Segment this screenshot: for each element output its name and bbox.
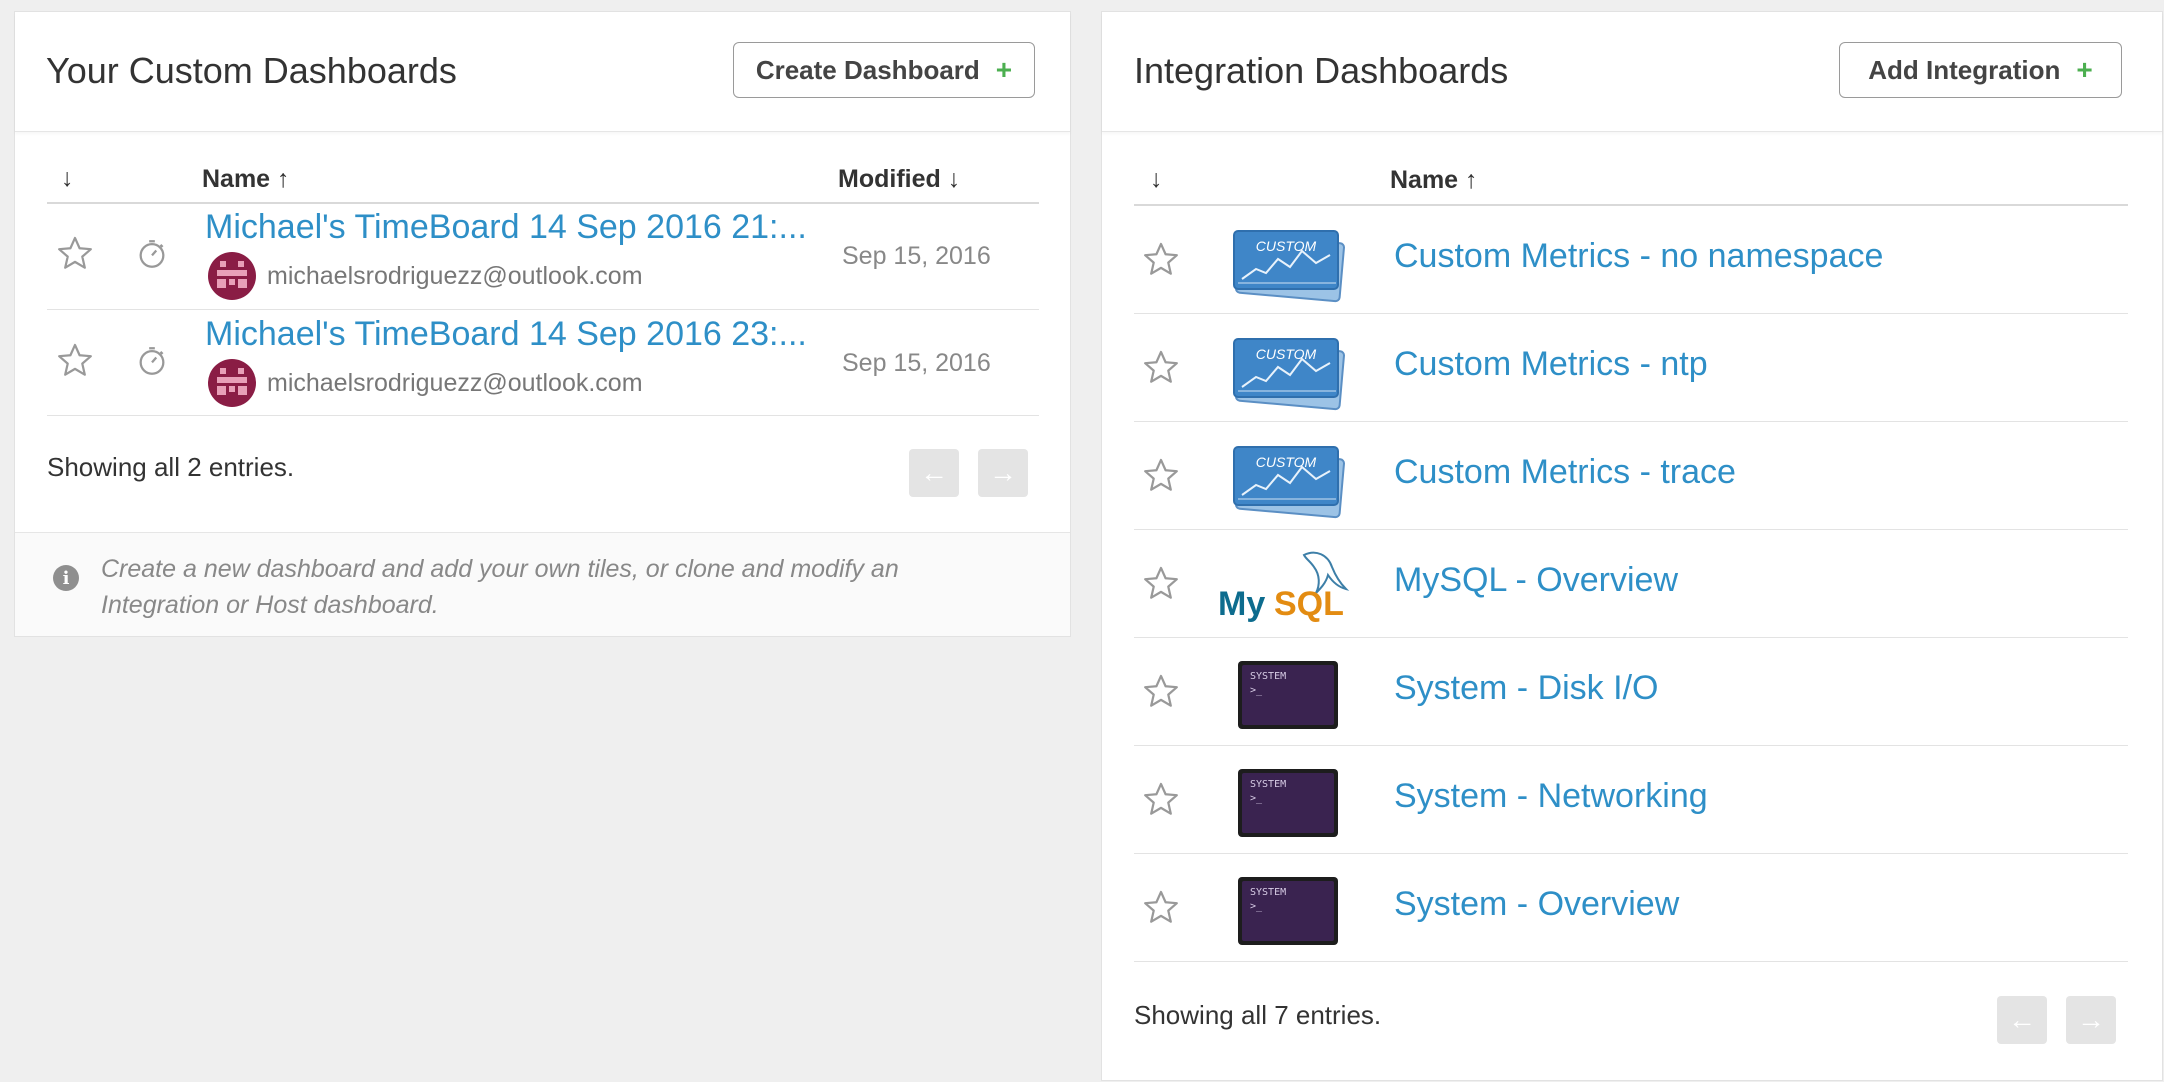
svg-text:CUSTOM: CUSTOM <box>1256 454 1317 470</box>
entries-count: Showing all 2 entries. <box>47 452 295 482</box>
svg-text:CUSTOM: CUSTOM <box>1256 238 1317 254</box>
next-page-button[interactable]: → <box>978 449 1028 497</box>
avatar <box>208 252 256 300</box>
svg-text:>_: >_ <box>1250 901 1263 912</box>
star-icon[interactable] <box>1142 456 1180 494</box>
row-divider <box>1134 421 2128 422</box>
prev-page-button[interactable]: ← <box>1997 996 2047 1044</box>
svg-text:SYSTEM: SYSTEM <box>1250 779 1286 790</box>
row-divider <box>1134 853 2128 854</box>
star-icon[interactable] <box>1142 564 1180 602</box>
name-column-header[interactable]: Name ↑ <box>1390 166 1478 195</box>
row-divider <box>1134 529 2128 530</box>
sort-column-header[interactable]: ↓ <box>61 164 74 193</box>
integration-dashboards-title: Integration Dashboards <box>1134 50 1509 91</box>
integration-dashboards-header: Integration Dashboards Add Integration + <box>1102 12 2162 132</box>
owner-email: michaelsrodriguezz@outlook.com <box>267 262 643 290</box>
custom-metrics-logo-icon: CUSTOM <box>1233 230 1345 303</box>
mysql-logo-icon: My SQL <box>1218 551 1350 623</box>
next-page-button[interactable]: → <box>2066 996 2116 1044</box>
stopwatch-icon <box>139 240 165 268</box>
custom-dashboards-panel: Your Custom Dashboards Create Dashboard … <box>14 11 1071 637</box>
integration-dashboard-link[interactable]: System - Networking <box>1394 777 1708 816</box>
table-header-rule <box>47 202 1039 204</box>
custom-dashboards-title: Your Custom Dashboards <box>46 50 457 91</box>
entries-count: Showing all 7 entries. <box>1134 1000 1382 1030</box>
row-divider <box>47 309 1039 310</box>
modified-date: Sep 15, 2016 <box>842 349 991 377</box>
add-integration-button[interactable]: Add Integration + <box>1839 42 2122 98</box>
system-logo-icon: SYSTEM >_ <box>1238 877 1338 945</box>
custom-metrics-logo-icon: CUSTOM <box>1233 338 1345 411</box>
create-dashboard-button[interactable]: Create Dashboard + <box>733 42 1035 98</box>
svg-text:SQL: SQL <box>1274 585 1344 623</box>
info-footer: i Create a new dashboard and add your ow… <box>15 532 1070 636</box>
integration-dashboard-link[interactable]: System - Disk I/O <box>1394 669 1658 708</box>
integration-dashboard-link[interactable]: MySQL - Overview <box>1394 561 1678 600</box>
plus-icon: + <box>2076 54 2093 85</box>
name-column-header[interactable]: Name ↑ <box>202 165 290 194</box>
star-icon[interactable] <box>1142 888 1180 926</box>
star-icon[interactable] <box>1142 672 1180 710</box>
info-icon: i <box>53 565 79 591</box>
star-icon[interactable] <box>1142 240 1180 278</box>
star-icon[interactable] <box>1142 780 1180 818</box>
svg-text:SYSTEM: SYSTEM <box>1250 887 1286 898</box>
svg-text:My: My <box>1218 585 1265 623</box>
svg-text:>_: >_ <box>1250 793 1263 804</box>
modified-column-header[interactable]: Modified ↓ <box>838 165 960 194</box>
stopwatch-icon <box>139 347 165 375</box>
create-dashboard-label: Create Dashboard <box>755 54 980 85</box>
row-divider <box>47 415 1039 416</box>
row-divider <box>1134 745 2128 746</box>
integration-dashboard-link[interactable]: Custom Metrics - no namespace <box>1394 237 1883 276</box>
svg-text:>_: >_ <box>1250 685 1263 696</box>
star-icon[interactable] <box>1142 348 1180 386</box>
modified-date: Sep 15, 2016 <box>842 242 991 270</box>
row-divider <box>1134 313 2128 314</box>
svg-text:CUSTOM: CUSTOM <box>1256 346 1317 362</box>
custom-metrics-logo-icon: CUSTOM <box>1233 446 1345 519</box>
dashboard-link[interactable]: Michael's TimeBoard 14 Sep 2016 23:... <box>205 315 807 354</box>
star-icon[interactable] <box>56 341 94 379</box>
system-logo-icon: SYSTEM >_ <box>1238 769 1338 837</box>
custom-dashboards-header: Your Custom Dashboards Create Dashboard … <box>15 12 1070 132</box>
dashboard-link[interactable]: Michael's TimeBoard 14 Sep 2016 21:... <box>205 208 807 247</box>
star-icon[interactable] <box>56 234 94 272</box>
row-divider <box>1134 961 2128 962</box>
integration-dashboard-link[interactable]: System - Overview <box>1394 885 1679 924</box>
svg-text:SYSTEM: SYSTEM <box>1250 671 1286 682</box>
table-header-rule <box>1134 204 2128 206</box>
plus-icon: + <box>995 54 1013 85</box>
prev-page-button[interactable]: ← <box>909 449 959 497</box>
integration-dashboard-link[interactable]: Custom Metrics - ntp <box>1394 345 1708 384</box>
avatar <box>208 359 256 407</box>
row-divider <box>1134 637 2128 638</box>
integration-dashboard-link[interactable]: Custom Metrics - trace <box>1394 453 1736 492</box>
sort-column-header[interactable]: ↓ <box>1150 165 1163 194</box>
info-text: Create a new dashboard and add your own … <box>101 555 899 619</box>
system-logo-icon: SYSTEM >_ <box>1238 661 1338 729</box>
integration-dashboards-panel: Integration Dashboards Add Integration +… <box>1101 11 2163 1081</box>
add-integration-label: Add Integration <box>1868 54 2061 85</box>
owner-email: michaelsrodriguezz@outlook.com <box>267 369 643 397</box>
